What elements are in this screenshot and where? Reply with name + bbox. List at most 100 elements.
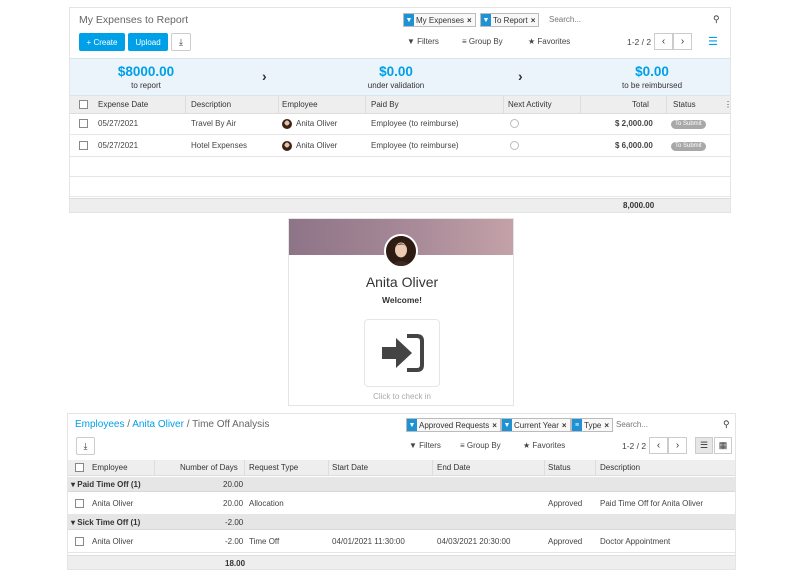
pager-next-button[interactable]: › <box>673 33 692 50</box>
upload-button[interactable]: Upload <box>128 33 168 51</box>
end-date: 04/03/2021 20:30:00 <box>437 537 511 546</box>
pager-previous-button[interactable]: ‹ <box>649 437 668 454</box>
avatar <box>282 141 292 151</box>
filter-icon: ▼ <box>409 441 420 450</box>
remove-facet-icon[interactable]: × <box>531 16 536 25</box>
avatar <box>282 119 292 129</box>
list-view-icon[interactable]: ☰ <box>708 35 718 48</box>
search-input[interactable] <box>549 15 659 24</box>
star-icon: ★ <box>523 441 533 450</box>
employee-name: Anita Oliver <box>365 274 439 290</box>
facet-to-report[interactable]: ▼ To Report × <box>480 13 540 27</box>
column-header[interactable]: Employee <box>92 463 128 472</box>
group-row-sick-time-off[interactable]: ▾ Sick Time Off (1) -2.00 <box>68 515 735 530</box>
select-all-checkbox[interactable] <box>79 100 88 109</box>
table-header: Expense Date Description Employee Paid B… <box>70 96 730 114</box>
row-checkbox[interactable] <box>75 499 84 508</box>
pager-next-button[interactable]: › <box>668 437 687 454</box>
request-type: Time Off <box>249 537 280 546</box>
expense-description: Travel By Air <box>191 119 237 128</box>
column-header[interactable]: Paid By <box>371 100 399 109</box>
check-in-button[interactable] <box>364 319 440 387</box>
column-header[interactable]: Next Activity <box>508 100 552 109</box>
pager-previous-button[interactable]: ‹ <box>654 33 673 50</box>
column-options-icon[interactable]: ⋮ <box>724 100 730 109</box>
filter-icon: ▼ <box>481 14 491 26</box>
row-checkbox[interactable] <box>79 141 88 150</box>
pager-value[interactable]: 1-2 / 2 <box>627 37 651 47</box>
filter-icon: ▼ <box>407 37 418 46</box>
breadcrumb-employee[interactable]: Anita Oliver <box>132 419 184 430</box>
column-header[interactable]: Number of Days <box>180 463 238 472</box>
group-by-dropdown[interactable]: ≡ Group By <box>462 37 503 46</box>
employee-photo <box>390 236 412 266</box>
search-input[interactable] <box>616 420 716 429</box>
column-header[interactable]: Expense Date <box>98 100 148 109</box>
activity-clock-icon[interactable] <box>510 141 519 150</box>
column-header[interactable]: Employee <box>282 100 318 109</box>
facet-type[interactable]: ≡ Type × <box>571 418 614 432</box>
attendance-panel: Anita Oliver Welcome! Click to check in <box>288 218 514 406</box>
facet-my-expenses[interactable]: ▼ My Expenses × <box>403 13 476 27</box>
group-label: ▾ Sick Time Off (1) <box>71 518 141 527</box>
list-view-button[interactable]: ☰ <box>695 437 713 454</box>
filter-icon: ▼ <box>407 419 417 431</box>
column-header[interactable]: End Date <box>437 463 470 472</box>
expense-total: $ 6,000.00 <box>615 141 653 150</box>
summary-amount-to-be-reimbursed[interactable]: $0.00 <box>582 64 722 79</box>
favorites-dropdown[interactable]: ★ Favorites <box>523 441 565 450</box>
favorites-dropdown[interactable]: ★ Favorites <box>528 37 570 46</box>
select-all-checkbox[interactable] <box>75 463 84 472</box>
expense-summary-bar: $8000.00 to report › $0.00 under validat… <box>70 58 730 96</box>
table-footer: 18.00 <box>68 555 735 569</box>
search-icon[interactable]: ⚲ <box>713 14 720 25</box>
summary-amount-to-report[interactable]: $8000.00 <box>76 64 216 79</box>
search-icon[interactable]: ⚲ <box>723 419 730 430</box>
table-footer: 8,000.00 <box>70 198 730 212</box>
remove-facet-icon[interactable]: × <box>562 421 567 430</box>
column-header[interactable]: Total <box>632 100 649 109</box>
table-row[interactable]: 05/27/2021 Travel By Air Anita Oliver Em… <box>70 113 730 135</box>
summary-label: under validation <box>367 81 425 90</box>
remove-facet-icon[interactable]: × <box>467 16 472 25</box>
group-by-dropdown[interactable]: ≡ Group By <box>460 441 501 450</box>
download-button[interactable]: ⤓ <box>171 33 191 51</box>
table-icon: ▦ <box>718 440 728 450</box>
remove-facet-icon[interactable]: × <box>492 421 497 430</box>
row-checkbox[interactable] <box>79 119 88 128</box>
create-button[interactable]: + Create <box>79 33 125 51</box>
download-button[interactable]: ⤓ <box>76 437 95 455</box>
table-row[interactable]: 05/27/2021 Hotel Expenses Anita Oliver E… <box>70 135 730 157</box>
column-header[interactable]: Description <box>600 463 640 472</box>
column-header[interactable]: Description <box>191 100 231 109</box>
filters-dropdown[interactable]: ▼ Filters <box>407 37 439 46</box>
description: Doctor Appointment <box>600 537 671 546</box>
table-row[interactable]: Anita Oliver -2.00 Time Off 04/01/2021 1… <box>68 531 735 553</box>
facet-current-year[interactable]: ▼ Current Year × <box>501 418 571 432</box>
timeoff-panel: Employees / Anita Oliver / Time Off Anal… <box>67 413 736 570</box>
column-header[interactable]: Status <box>548 463 571 472</box>
status-badge: To Submit <box>671 120 706 129</box>
chevron-right-icon: › <box>675 440 680 451</box>
breadcrumb: Employees / Anita Oliver / Time Off Anal… <box>75 419 270 430</box>
footer-total: 18.00 <box>225 559 246 568</box>
employee-name: Anita Oliver <box>92 537 134 546</box>
star-icon: ★ <box>528 37 538 46</box>
group-row-paid-time-off[interactable]: ▾ Paid Time Off (1) 20.00 <box>68 477 735 492</box>
pager-value[interactable]: 1-2 / 2 <box>622 441 646 451</box>
column-header[interactable]: Start Date <box>332 463 368 472</box>
breadcrumb-employees[interactable]: Employees <box>75 419 124 430</box>
column-header[interactable]: Request Type <box>249 463 298 472</box>
row-checkbox[interactable] <box>75 537 84 546</box>
summary-amount-under-validation[interactable]: $0.00 <box>326 64 466 79</box>
number-of-days: -2.00 <box>225 537 244 546</box>
table-header: Employee Number of Days Request Type Sta… <box>68 460 735 476</box>
filters-dropdown[interactable]: ▼ Filters <box>409 441 441 450</box>
column-header[interactable]: Status <box>673 100 696 109</box>
table-row[interactable]: Anita Oliver 20.00 Allocation Approved P… <box>68 493 735 515</box>
activity-clock-icon[interactable] <box>510 119 519 128</box>
remove-facet-icon[interactable]: × <box>604 421 609 430</box>
download-icon: ⤓ <box>83 440 88 451</box>
facet-approved-requests[interactable]: ▼ Approved Requests × <box>406 418 501 432</box>
pivot-view-button[interactable]: ▦ <box>714 437 732 454</box>
